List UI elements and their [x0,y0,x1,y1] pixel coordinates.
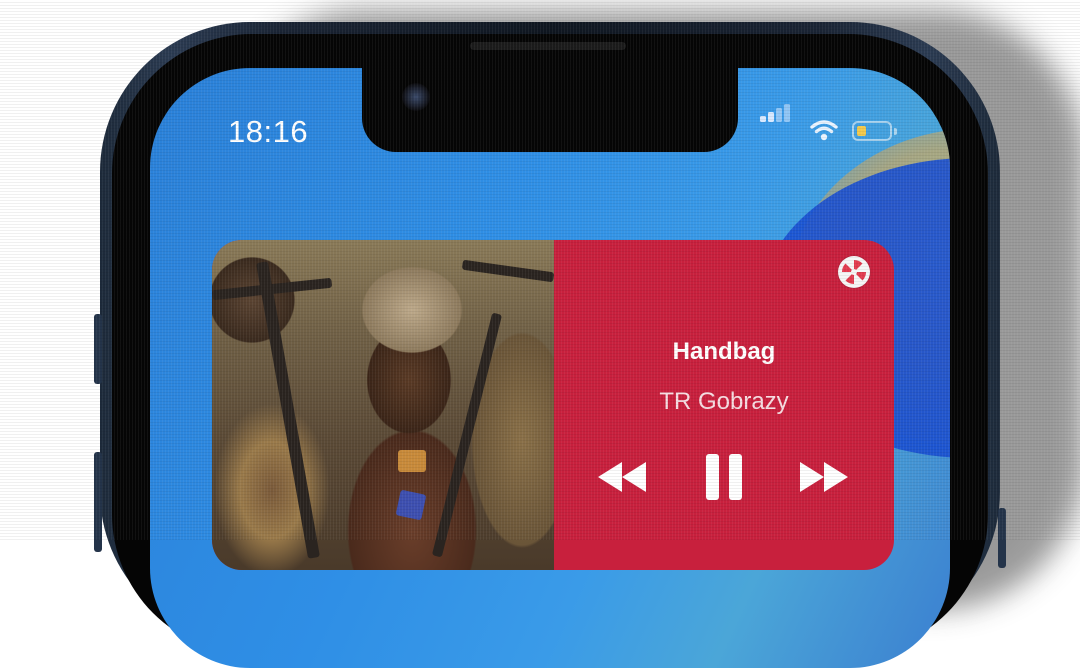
volume-button [94,452,102,552]
next-track-button[interactable] [784,452,864,502]
battery-level [857,126,866,136]
side-button [998,508,1006,568]
music-app-icon[interactable] [838,256,870,288]
track-artist: TR Gobrazy [659,388,789,415]
battery-low-icon [852,121,897,141]
pause-icon [706,454,742,500]
backward-icon [598,462,646,492]
now-playing-widget[interactable]: Handbag TR Gobrazy [212,240,894,570]
artwork-detail [395,489,427,521]
front-camera [402,83,430,111]
forward-icon [800,462,848,492]
wifi-icon [810,120,838,141]
earpiece-speaker [470,42,626,50]
mute-switch [94,314,102,384]
status-time: 18:16 [228,114,309,149]
artwork-detail [398,450,426,472]
now-playing-panel: Handbag TR Gobrazy [554,240,894,570]
album-artwork[interactable] [212,240,554,570]
track-title: Handbag [672,338,776,365]
pause-button[interactable] [684,452,764,502]
previous-track-button[interactable] [582,452,662,502]
